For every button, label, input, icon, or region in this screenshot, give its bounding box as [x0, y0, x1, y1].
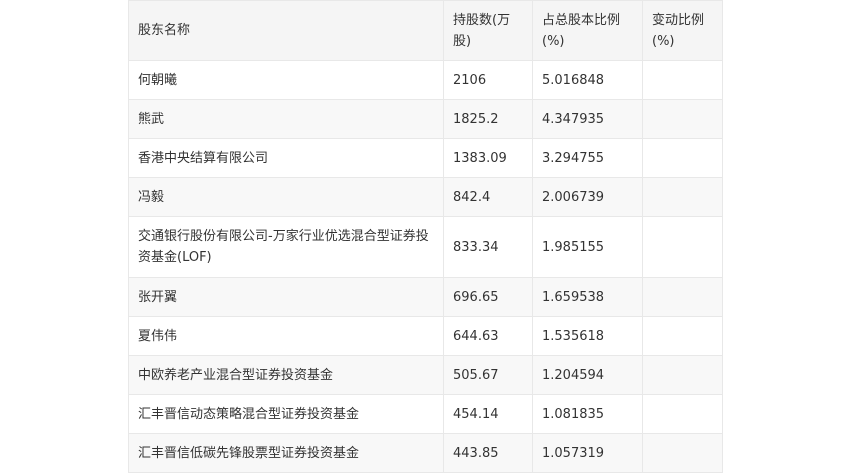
cell-change — [642, 216, 723, 278]
cell-shares: 842.4 — [443, 177, 533, 217]
table-row: 张开翼 696.65 1.659538 — [128, 277, 723, 317]
shareholder-table-container: 股东名称 持股数(万股) 占总股本比例(%) 变动比例(%) 何朝曦 2106 … — [128, 0, 723, 473]
cell-name: 冯毅 — [128, 177, 444, 217]
cell-ratio: 4.347935 — [532, 99, 643, 139]
cell-ratio: 1.057319 — [532, 433, 643, 473]
cell-shares: 833.34 — [443, 216, 533, 278]
cell-change — [642, 433, 723, 473]
cell-change — [642, 355, 723, 395]
shareholder-table: 股东名称 持股数(万股) 占总股本比例(%) 变动比例(%) 何朝曦 2106 … — [128, 0, 723, 473]
table-row: 夏伟伟 644.63 1.535618 — [128, 316, 723, 356]
cell-ratio: 5.016848 — [532, 60, 643, 100]
cell-shares: 443.85 — [443, 433, 533, 473]
cell-change — [642, 138, 723, 178]
cell-ratio: 1.204594 — [532, 355, 643, 395]
cell-change — [642, 60, 723, 100]
header-ratio: 占总股本比例(%) — [532, 0, 643, 61]
header-shares: 持股数(万股) — [443, 0, 533, 61]
header-change: 变动比例(%) — [642, 0, 723, 61]
table-row: 交通银行股份有限公司-万家行业优选混合型证券投资基金(LOF) 833.34 1… — [128, 216, 723, 278]
cell-name: 熊武 — [128, 99, 444, 139]
cell-ratio: 2.006739 — [532, 177, 643, 217]
cell-ratio: 3.294755 — [532, 138, 643, 178]
table-row: 中欧养老产业混合型证券投资基金 505.67 1.204594 — [128, 355, 723, 395]
table-row: 汇丰晋信低碳先锋股票型证券投资基金 443.85 1.057319 — [128, 433, 723, 473]
cell-name: 何朝曦 — [128, 60, 444, 100]
cell-change — [642, 99, 723, 139]
header-shareholder-name: 股东名称 — [128, 0, 444, 61]
cell-shares: 644.63 — [443, 316, 533, 356]
cell-ratio: 1.535618 — [532, 316, 643, 356]
cell-change — [642, 177, 723, 217]
cell-name: 交通银行股份有限公司-万家行业优选混合型证券投资基金(LOF) — [128, 216, 444, 278]
cell-name: 夏伟伟 — [128, 316, 444, 356]
cell-ratio: 1.081835 — [532, 394, 643, 434]
cell-name: 张开翼 — [128, 277, 444, 317]
cell-shares: 1825.2 — [443, 99, 533, 139]
table-row: 熊武 1825.2 4.347935 — [128, 99, 723, 139]
cell-shares: 505.67 — [443, 355, 533, 395]
cell-change — [642, 394, 723, 434]
cell-change — [642, 277, 723, 317]
cell-shares: 454.14 — [443, 394, 533, 434]
cell-shares: 696.65 — [443, 277, 533, 317]
table-header-row: 股东名称 持股数(万股) 占总股本比例(%) 变动比例(%) — [128, 0, 723, 61]
cell-change — [642, 316, 723, 356]
cell-name: 汇丰晋信动态策略混合型证券投资基金 — [128, 394, 444, 434]
cell-name: 中欧养老产业混合型证券投资基金 — [128, 355, 444, 395]
cell-shares: 2106 — [443, 60, 533, 100]
table-row: 汇丰晋信动态策略混合型证券投资基金 454.14 1.081835 — [128, 394, 723, 434]
table-row: 香港中央结算有限公司 1383.09 3.294755 — [128, 138, 723, 178]
cell-ratio: 1.659538 — [532, 277, 643, 317]
cell-name: 汇丰晋信低碳先锋股票型证券投资基金 — [128, 433, 444, 473]
cell-shares: 1383.09 — [443, 138, 533, 178]
table-row: 何朝曦 2106 5.016848 — [128, 60, 723, 100]
cell-name: 香港中央结算有限公司 — [128, 138, 444, 178]
cell-ratio: 1.985155 — [532, 216, 643, 278]
table-row: 冯毅 842.4 2.006739 — [128, 177, 723, 217]
